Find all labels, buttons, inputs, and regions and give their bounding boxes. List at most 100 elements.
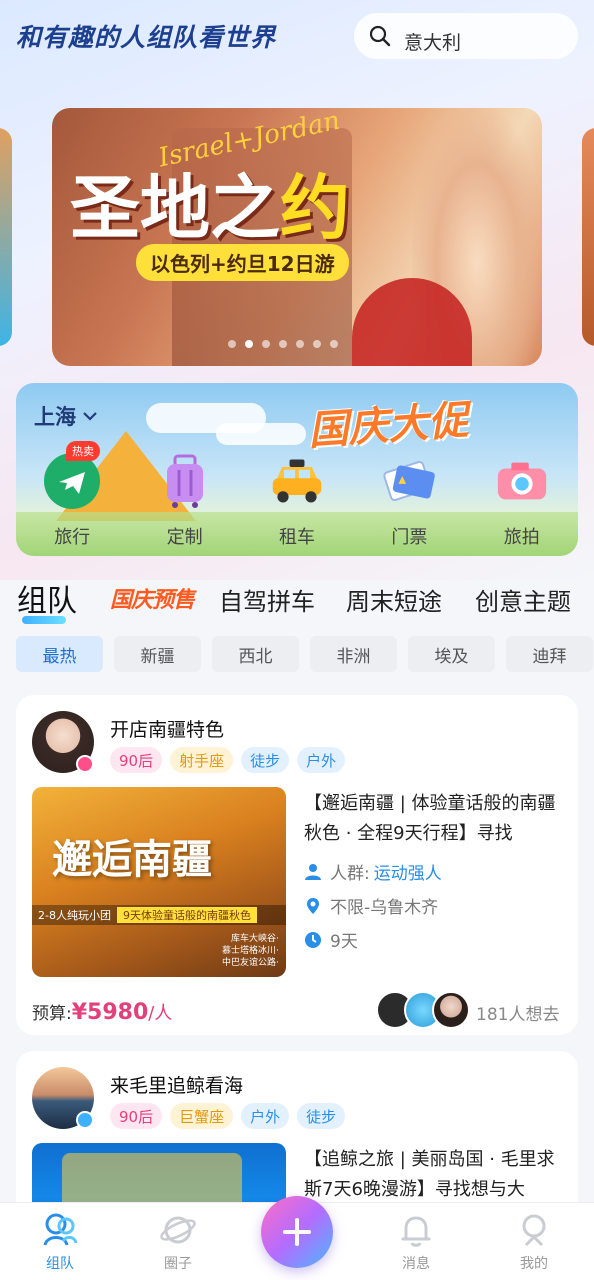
category-label: 旅行 [54, 527, 91, 548]
tag: 户外 [241, 1103, 290, 1129]
category-car-rental[interactable]: 租车 [241, 445, 353, 556]
location-pin-icon [307, 897, 319, 914]
budget-price: ¥5980 [71, 1000, 149, 1025]
tag: 徒步 [297, 1103, 346, 1129]
content-tabs: 组队 国庆预售 自驾拼车 周末短途 创意主题 [0, 576, 594, 624]
header: 和有趣的人组队看世界 意大利 [0, 0, 594, 90]
verified-badge-icon [76, 755, 94, 773]
cover-banner-right: 9天体验童话般的南疆秋色 [116, 907, 257, 923]
ticket-icon [381, 453, 437, 509]
want-count: 181人想去 [476, 1005, 560, 1025]
filter-chip[interactable]: 新疆 [114, 636, 201, 672]
tab-self-drive[interactable]: 自驾拼车 [219, 582, 315, 617]
planet-icon [160, 1216, 196, 1244]
carousel-dot[interactable] [262, 340, 270, 348]
tag-list: 90后 巨蟹座 户外 徒步 [110, 1103, 346, 1129]
clock-icon [305, 931, 321, 948]
person-icon [305, 863, 321, 880]
meta-crowd: 人群: 运动强人 [304, 859, 442, 884]
carousel-dot[interactable] [228, 340, 236, 348]
filter-chip[interactable]: 埃及 [408, 636, 495, 672]
camera-icon [494, 453, 550, 509]
tab-active-indicator [22, 616, 66, 624]
tag: 户外 [297, 747, 346, 773]
category-label: 旅拍 [503, 527, 540, 548]
carousel-dot[interactable] [330, 340, 338, 348]
nav-label: 圈子 [164, 1256, 192, 1272]
city-selector[interactable]: 上海 [34, 401, 98, 431]
meta-duration: 9天 [304, 927, 358, 952]
promo-panel: 上海 国庆大促 热卖 旅行 定制 租车 门票 旅拍 [16, 383, 578, 556]
banner-subtitle: 以色列+约旦12日游 [136, 244, 349, 281]
nav-label: 我的 [520, 1256, 548, 1272]
carousel-dot[interactable] [296, 340, 304, 348]
meta-location: 不限-乌鲁木齐 [304, 893, 438, 918]
search-placeholder: 意大利 [404, 31, 462, 54]
suitcase-icon [157, 453, 213, 509]
location-text: 不限-乌鲁木齐 [330, 898, 439, 918]
tab-creative[interactable]: 创意主题 [475, 582, 571, 617]
budget-unit: /人 [148, 1003, 173, 1024]
category-photo[interactable]: 旅拍 [466, 445, 578, 556]
create-button[interactable] [261, 1196, 333, 1268]
search-icon [369, 25, 391, 47]
duration-text: 9天 [330, 932, 358, 952]
carousel-dot[interactable] [313, 340, 321, 348]
filter-chip[interactable]: 西北 [212, 636, 299, 672]
tag: 90后 [110, 1103, 163, 1129]
tab-weekend[interactable]: 周末短途 [346, 582, 442, 617]
nav-team[interactable]: 组队 [20, 1211, 100, 1273]
nav-messages[interactable]: 消息 [376, 1211, 456, 1273]
category-label: 定制 [166, 527, 203, 548]
chevron-down-icon [83, 412, 97, 421]
budget: 预算: ¥5980 /人 [32, 999, 172, 1025]
category-travel[interactable]: 热卖 旅行 [16, 441, 128, 556]
team-icon [43, 1213, 78, 1246]
filter-chips: 最热 新疆 西北 非洲 埃及 迪拜 [16, 636, 594, 672]
carousel-dot[interactable] [279, 340, 287, 348]
bell-icon [401, 1216, 431, 1247]
banner-title: 圣地之约 [70, 152, 350, 253]
taxi-icon [269, 453, 325, 509]
carousel-dots [228, 340, 338, 348]
card-title: 来毛里追鲸看海 [110, 1075, 244, 1097]
category-custom[interactable]: 定制 [128, 445, 240, 556]
cover-title: 邂逅南疆 [52, 836, 212, 883]
banner-prev-slide[interactable] [0, 128, 12, 346]
avatar [432, 991, 470, 1029]
category-tickets[interactable]: 门票 [353, 445, 465, 556]
plane-icon [44, 453, 101, 509]
trip-card[interactable]: 开店南疆特色 90后 射手座 徒步 户外 邂逅南疆 2-8人纯玩小团 9天体验童… [16, 695, 578, 1035]
banner-next-slide[interactable] [582, 128, 594, 346]
category-label: 租车 [278, 527, 315, 548]
card-description: 【追鲸之旅 | 美丽岛国 · 毛里求斯7天6晚漫游】寻找想与大 [304, 1149, 555, 1200]
nav-label: 消息 [402, 1256, 430, 1272]
budget-label: 预算: [32, 1004, 72, 1024]
city-name: 上海 [34, 405, 76, 429]
verified-badge-icon [76, 1111, 94, 1129]
plus-icon [283, 1218, 311, 1246]
tab-team[interactable]: 组队 [17, 576, 77, 620]
hot-badge: 热卖 [66, 441, 100, 461]
category-row: 热卖 旅行 定制 租车 门票 旅拍 [16, 441, 578, 556]
profile-icon [522, 1214, 546, 1247]
cover-banner: 2-8人纯玩小团 9天体验童话般的南疆秋色 [32, 905, 286, 925]
banner-carousel[interactable]: Israel+Jordan 圣地之约 以色列+约旦12日游 [52, 108, 542, 366]
carousel-dot[interactable] [245, 340, 253, 348]
tag: 徒步 [241, 747, 290, 773]
filter-chip[interactable]: 最热 [16, 636, 103, 672]
filter-chip[interactable]: 非洲 [310, 636, 397, 672]
filter-chip[interactable]: 迪拜 [506, 636, 593, 672]
tab-national-day-presale[interactable]: 国庆预售 [110, 582, 195, 614]
nav-circle[interactable]: 圈子 [138, 1211, 218, 1273]
app-slogan: 和有趣的人组队看世界 [16, 23, 277, 52]
cover-image[interactable]: 邂逅南疆 2-8人纯玩小团 9天体验童话般的南疆秋色 库车大峡谷· 慕士塔格冰川… [32, 787, 286, 977]
tag: 90后 [110, 747, 163, 773]
tag-list: 90后 射手座 徒步 户外 [110, 747, 346, 773]
nav-profile[interactable]: 我的 [494, 1211, 574, 1273]
card-description: 【邂逅南疆 | 体验童话般的南疆秋色 · 全程9天行程】寻找 [304, 793, 556, 844]
interested-avatars[interactable] [376, 991, 470, 1029]
banner-title-part2: 约 [280, 166, 350, 249]
tag: 巨蟹座 [170, 1103, 234, 1129]
search-bar[interactable]: 意大利 [354, 13, 578, 59]
